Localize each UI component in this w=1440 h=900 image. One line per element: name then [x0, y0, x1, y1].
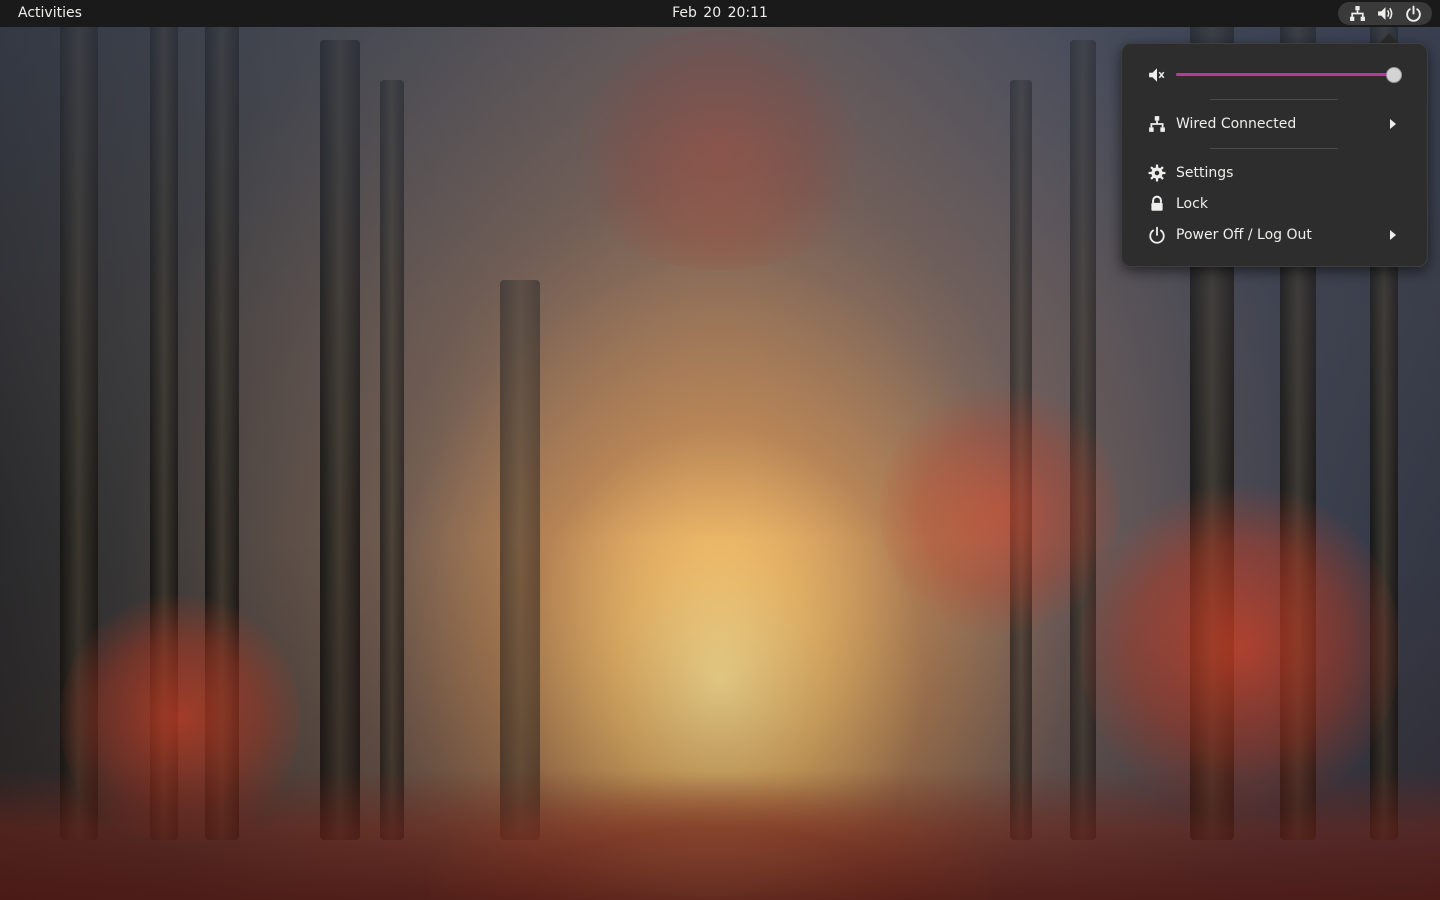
speaker-muted-icon[interactable] [1148, 66, 1166, 84]
leaf-covered-ground [0, 770, 1440, 900]
lock-item[interactable]: Lock [1122, 189, 1427, 219]
lock-label: Lock [1176, 196, 1208, 212]
menu-separator [1210, 99, 1338, 100]
volume-slider[interactable] [1176, 66, 1403, 84]
clock-button[interactable]: Feb 20 20:11 [620, 0, 820, 27]
wired-connection-item[interactable]: Wired Connected [1122, 109, 1427, 139]
gear-icon [1148, 164, 1166, 182]
settings-label: Settings [1176, 165, 1234, 181]
submenu-arrow-icon [1388, 229, 1398, 241]
volume-slider-fill [1176, 73, 1394, 76]
network-wired-icon [1349, 5, 1366, 22]
menu-separator [1210, 148, 1338, 149]
system-menu: Wired Connected Settings Lock Power Off … [1121, 43, 1428, 267]
speaker-volume-icon [1377, 5, 1394, 22]
power-icon [1148, 226, 1166, 244]
wired-connection-label: Wired Connected [1176, 116, 1297, 132]
lock-icon [1148, 195, 1166, 213]
volume-slider-knob[interactable] [1386, 67, 1403, 83]
top-bar: Activities Feb 20 20:11 [0, 0, 1440, 27]
power-off-logout-label: Power Off / Log Out [1176, 227, 1312, 243]
settings-item[interactable]: Settings [1122, 158, 1427, 188]
system-tray-button[interactable] [1338, 2, 1432, 25]
submenu-arrow-icon [1388, 118, 1398, 130]
power-off-logout-item[interactable]: Power Off / Log Out [1122, 220, 1427, 250]
network-wired-icon [1148, 115, 1166, 133]
activities-button[interactable]: Activities [8, 0, 92, 27]
volume-row [1122, 60, 1427, 90]
power-icon [1405, 5, 1422, 22]
